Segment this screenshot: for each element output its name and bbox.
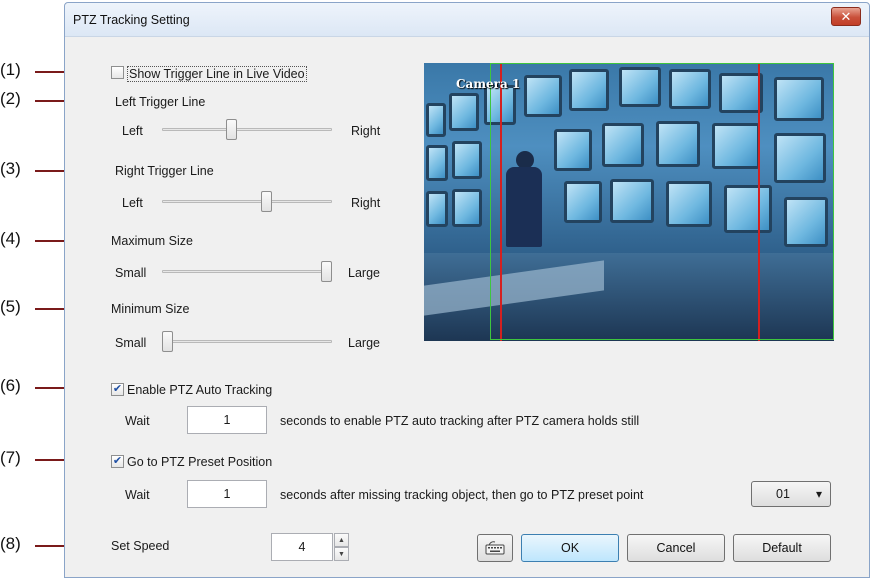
max-size-slider-thumb[interactable] <box>321 261 332 282</box>
min-size-label: Minimum Size <box>111 302 190 316</box>
preset-point-value: 01 <box>776 487 790 501</box>
checkmark-icon: ✔ <box>112 383 123 395</box>
checkmark-icon: ✔ <box>112 455 123 467</box>
close-button[interactable]: ✕ <box>831 7 861 26</box>
spin-up-icon[interactable]: ▲ <box>334 533 349 547</box>
title-bar[interactable]: PTZ Tracking Setting ✕ <box>65 3 869 37</box>
left-trigger-label: Left Trigger Line <box>115 95 206 109</box>
show-trigger-checkbox[interactable] <box>111 66 124 79</box>
max-size-max-label: Large <box>348 266 380 280</box>
max-size-label: Maximum Size <box>111 234 193 248</box>
default-button[interactable]: Default <box>733 534 831 562</box>
auto-tracking-wait-label: Wait <box>125 414 150 428</box>
left-trigger-max-label: Right <box>351 124 381 138</box>
callout-1: (1) <box>0 60 21 79</box>
preset-wait-label: Wait <box>125 488 150 502</box>
max-size-min-label: Small <box>115 266 147 280</box>
callout-7: (7) <box>0 448 21 467</box>
spin-down-icon[interactable]: ▼ <box>334 547 349 561</box>
callout-2: (2) <box>0 89 21 108</box>
callout-4: (4) <box>0 229 21 248</box>
min-size-slider-thumb[interactable] <box>162 331 173 352</box>
camera-label: Camera 1 <box>456 77 521 91</box>
left-trigger-min-label: Left <box>122 124 143 138</box>
left-trigger-track[interactable] <box>162 128 332 131</box>
set-speed-label: Set Speed <box>111 539 170 553</box>
preset-suffix: seconds after missing tracking object, t… <box>280 488 644 502</box>
camera-preview[interactable]: Camera 1 <box>424 63 834 341</box>
speed-input[interactable]: 4 <box>271 533 333 561</box>
auto-tracking-suffix: seconds to enable PTZ auto tracking afte… <box>280 414 640 428</box>
keyboard-icon <box>485 541 505 555</box>
right-trigger-slider-thumb[interactable] <box>260 191 272 212</box>
go-to-preset-checkbox[interactable]: ✔ <box>111 455 124 468</box>
right-trigger-max-label: Right <box>351 196 381 210</box>
enable-auto-tracking-checkbox[interactable]: ✔ <box>111 383 124 396</box>
show-trigger-label[interactable]: Show Trigger Line in Live Video <box>127 66 307 82</box>
min-size-min-label: Small <box>115 336 147 350</box>
callout-8: (8) <box>0 534 21 553</box>
enable-auto-tracking-label: Enable PTZ Auto Tracking <box>127 383 273 397</box>
background-monitor <box>426 145 448 181</box>
callout-3: (3) <box>0 159 21 178</box>
preset-point-dropdown[interactable]: 01 ▾ <box>751 481 831 507</box>
go-to-preset-label: Go to PTZ Preset Position <box>127 455 273 469</box>
right-trigger-label: Right Trigger Line <box>115 164 214 178</box>
tracking-box <box>490 63 834 340</box>
auto-tracking-wait-input[interactable]: 1 <box>187 406 267 434</box>
callout-6: (6) <box>0 376 21 395</box>
callout-5: (5) <box>0 297 21 316</box>
background-monitor <box>449 93 479 131</box>
ok-button[interactable]: OK <box>521 534 619 562</box>
ptz-tracking-dialog: PTZ Tracking Setting ✕ Show Trigger Line… <box>64 2 870 578</box>
background-monitor <box>426 103 446 137</box>
close-icon: ✕ <box>840 8 852 24</box>
min-size-max-label: Large <box>348 336 380 350</box>
cancel-button[interactable]: Cancel <box>627 534 725 562</box>
max-size-track[interactable] <box>162 270 332 273</box>
speed-spinner[interactable]: ▲ ▼ <box>334 533 349 561</box>
background-monitor <box>452 189 482 227</box>
keyboard-button[interactable] <box>477 534 513 562</box>
right-trigger-min-label: Left <box>122 196 143 210</box>
background-monitor <box>426 191 448 227</box>
preset-wait-input[interactable]: 1 <box>187 480 267 508</box>
right-trigger-track[interactable] <box>162 200 332 203</box>
background-monitor <box>452 141 482 179</box>
window-title: PTZ Tracking Setting <box>73 13 190 27</box>
min-size-track[interactable] <box>162 340 332 343</box>
chevron-down-icon: ▾ <box>815 487 822 501</box>
left-trigger-slider-thumb[interactable] <box>225 119 237 140</box>
